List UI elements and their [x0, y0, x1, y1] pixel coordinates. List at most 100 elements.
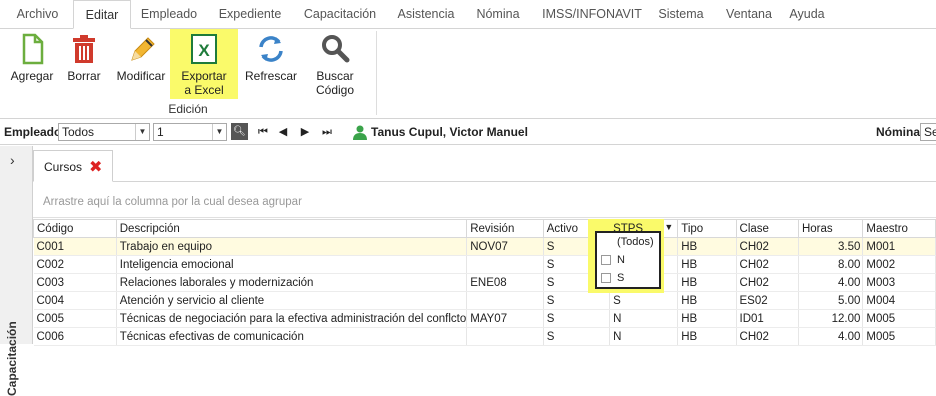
col-maestro[interactable]: Maestro [862, 219, 936, 238]
cell-tipo: HB [677, 255, 737, 274]
menu-sistema[interactable]: Sistema [654, 0, 708, 29]
menu-archivo[interactable]: Archivo [10, 0, 65, 29]
table-row[interactable]: C001 Trabajo en equipo NOV07 S HB CH02 3.50 M00… [33, 237, 936, 256]
menu-ventana[interactable]: Ventana [720, 0, 778, 29]
col-descripcion[interactable]: Descripción [115, 219, 468, 238]
menu-empleado[interactable]: Empleado [136, 0, 202, 29]
cell-horas: 3.50 [798, 237, 864, 256]
page-select-value: 1 [157, 125, 164, 139]
cell-horas: 8.00 [798, 255, 864, 274]
side-panel: › Capacitación [0, 146, 33, 396]
cell-codigo: C006 [33, 327, 117, 346]
col-clase[interactable]: Clase [735, 219, 799, 238]
col-stps-label: STPS [613, 222, 644, 235]
exportar-label-1: Exportar [181, 69, 227, 83]
borrar-label: Borrar [67, 69, 101, 83]
chevron-down-icon: ▼ [212, 124, 226, 140]
table-row[interactable]: C005 Técnicas de negociación para la efec… [33, 309, 936, 328]
ribbon: Agregar Borrar Modificar X Exportar a Ex… [0, 29, 936, 119]
col-horas[interactable]: Horas [797, 219, 864, 238]
side-panel-label: Capacitación [5, 321, 19, 396]
borrar-button[interactable]: Borrar [62, 29, 106, 99]
menu-bar: Archivo Editar Empleado Expediente Capac… [0, 0, 936, 29]
group-by-hint: Arrastre aquí la columna por la cual des… [43, 196, 302, 208]
cell-maestro: M001 [862, 237, 936, 256]
header-row: Código Descripción Revisión Activo STPS ▼… [33, 219, 936, 238]
group-by-area[interactable]: Arrastre aquí la columna por la cual des… [33, 186, 936, 218]
filter-option-n[interactable]: N [601, 253, 625, 267]
empleado-select-value: Todos [62, 125, 95, 139]
cell-clase: CH02 [736, 237, 799, 256]
cell-activo: S [543, 309, 611, 328]
table-row[interactable]: C002 Inteligencia emocional S HB CH02 8.00 M00… [33, 255, 936, 274]
cell-descripcion: Técnicas de negociación para la efectiva… [116, 309, 468, 328]
empleado-select[interactable]: Todos ▼ [58, 123, 150, 141]
new-document-icon [22, 33, 44, 65]
menu-asistencia[interactable]: Asistencia [390, 0, 462, 29]
cell-maestro: M004 [862, 291, 936, 310]
excel-icon: X [191, 34, 217, 64]
menu-expediente[interactable]: Expediente [212, 0, 288, 29]
agregar-label: Agregar [10, 69, 54, 83]
checkbox-icon[interactable] [601, 273, 611, 284]
menu-ayuda[interactable]: Ayuda [786, 0, 828, 29]
checkbox-icon[interactable] [601, 255, 611, 266]
cell-maestro: M005 [862, 309, 936, 328]
document-tabs: Cursos ✖ [33, 146, 936, 182]
exportar-excel-button[interactable]: X Exportar a Excel [170, 29, 238, 99]
col-revision[interactable]: Revisión [466, 219, 544, 238]
cell-horas: 4.00 [798, 273, 864, 292]
first-record-icon[interactable]: ⏮ [256, 124, 270, 140]
cell-descripcion: Trabajo en equipo [116, 237, 468, 256]
col-stps[interactable]: STPS ▼ [609, 219, 679, 238]
search-employee-icon[interactable]: 🔍︎ [231, 123, 248, 140]
table-row[interactable]: C003 Relaciones laborales y modernización… [33, 273, 936, 292]
cell-clase: CH02 [736, 273, 799, 292]
cell-descripcion: Atención y servicio al cliente [116, 291, 468, 310]
courses-grid: Código Descripción Revisión Activo STPS ▼… [33, 219, 936, 346]
menu-nomina[interactable]: Nómina [470, 0, 526, 29]
employee-navbar: Empleado: Todos ▼ 1 ▼ 🔍︎ ⏮ ◀ ▶ ⏭ Tanus C… [0, 119, 936, 145]
last-record-icon[interactable]: ⏭ [320, 124, 334, 140]
filter-option-n-label: N [617, 254, 625, 266]
cell-revision [466, 291, 544, 310]
cell-horas: 12.00 [798, 309, 864, 328]
cell-codigo: C002 [33, 255, 117, 274]
cell-tipo: HB [677, 327, 737, 346]
cell-codigo: C005 [33, 309, 117, 328]
col-tipo[interactable]: Tipo [677, 219, 737, 238]
col-codigo[interactable]: Código [33, 219, 117, 238]
menu-editar[interactable]: Editar [73, 0, 131, 29]
buscar-codigo-button[interactable]: Buscar Código [306, 29, 364, 99]
refresh-icon [259, 36, 283, 62]
cell-clase: ID01 [736, 309, 799, 328]
cell-revision [466, 255, 544, 274]
page-select[interactable]: 1 ▼ [153, 123, 227, 141]
filter-icon[interactable]: ▼ [664, 222, 673, 232]
buscar-label-2: Código [315, 83, 355, 97]
cell-maestro: M003 [862, 273, 936, 292]
close-icon[interactable]: ✖ [89, 157, 102, 177]
svg-text:X: X [198, 41, 210, 60]
cell-clase: ES02 [736, 291, 799, 310]
table-row[interactable]: C004 Atención y servicio al cliente S S HB ES… [33, 291, 936, 310]
menu-imss-infonavit[interactable]: IMSS/INFONAVIT [536, 0, 648, 29]
agregar-button[interactable]: Agregar [6, 29, 58, 99]
cell-tipo: HB [677, 237, 737, 256]
cell-maestro: M002 [862, 255, 936, 274]
refrescar-button[interactable]: Refrescar [242, 29, 300, 99]
nomina-select[interactable]: Se [920, 123, 936, 141]
cell-revision: MAY07 [466, 309, 544, 328]
tab-cursos[interactable]: Cursos ✖ [33, 150, 113, 182]
menu-capacitacion[interactable]: Capacitación [298, 0, 382, 29]
cell-clase: CH02 [736, 327, 799, 346]
cell-codigo: C001 [33, 237, 117, 256]
previous-record-icon[interactable]: ◀ [276, 124, 290, 140]
cell-codigo: C003 [33, 273, 117, 292]
edicion-group-label: Edición [168, 102, 208, 116]
filter-option-s[interactable]: S [601, 271, 624, 285]
chevron-right-icon[interactable]: › [10, 152, 15, 168]
table-row[interactable]: C006 Técnicas efectivas de comunicación S N… [33, 327, 936, 346]
modificar-button[interactable]: Modificar [112, 29, 170, 99]
next-record-icon[interactable]: ▶ [298, 124, 312, 140]
